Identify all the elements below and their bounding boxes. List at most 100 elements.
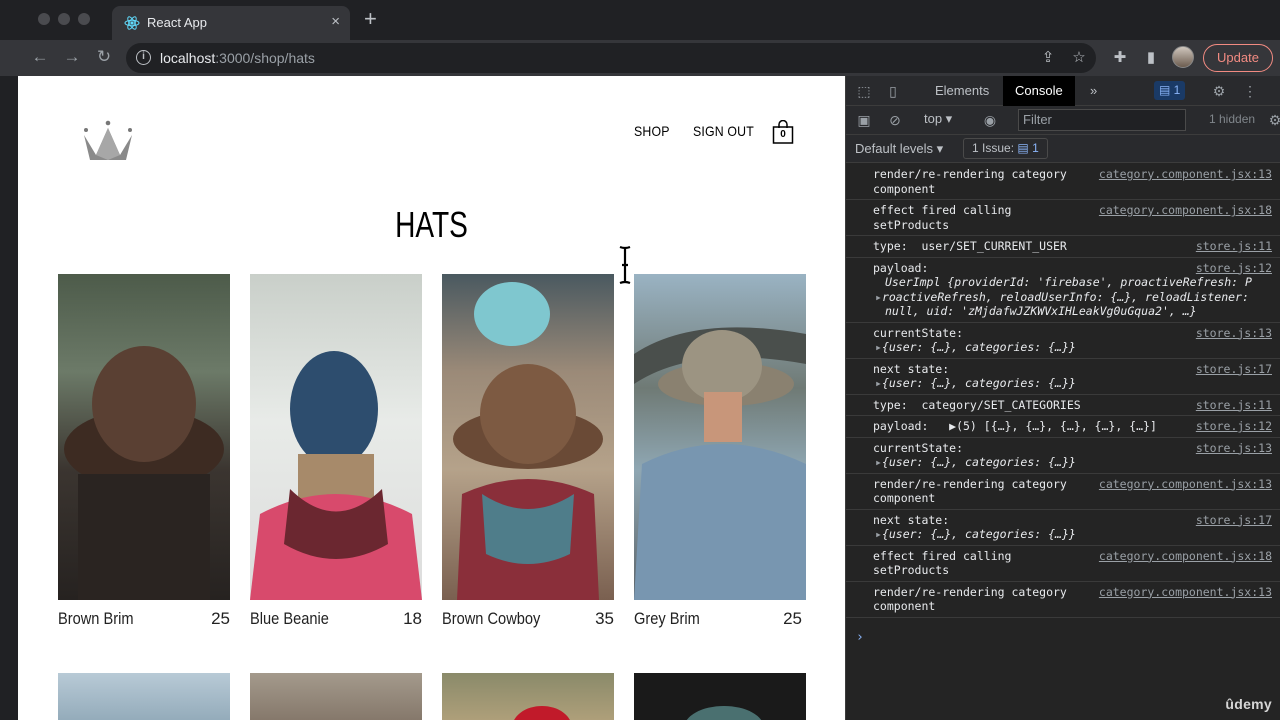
star-icon[interactable]: ☆ xyxy=(1069,48,1089,68)
log-text: component xyxy=(873,599,936,613)
url-text[interactable]: localhost:3000/shop/hats xyxy=(160,50,315,66)
browser-toolbar: ← → ↻ i localhost:3000/shop/hats ⇪ ☆ ✚ ▮… xyxy=(0,40,1280,76)
forward-icon[interactable]: → xyxy=(62,47,82,67)
nav-sign-out-link[interactable]: SIGN OUT xyxy=(693,123,754,139)
grey-hat-photo xyxy=(634,327,806,600)
context-select[interactable]: top ▾ xyxy=(924,111,952,127)
log-text: component xyxy=(873,491,936,505)
avatar[interactable] xyxy=(1172,46,1194,68)
log-object[interactable]: ▸roactiveRefresh, reloadUserInfo: {…}, r… xyxy=(873,290,1280,305)
product-image-row2-1[interactable] xyxy=(58,673,230,720)
more-options-icon[interactable]: ⋮ xyxy=(1241,82,1259,100)
console-message: type: category/SET_CATEGORIES store.js:1… xyxy=(846,395,1280,416)
log-object[interactable]: ▸{user: {…}, categories: {…}} xyxy=(873,340,1280,355)
product-image-row2-4[interactable] xyxy=(634,673,806,720)
minimize-window-icon[interactable] xyxy=(58,13,70,25)
tab-elements[interactable]: Elements xyxy=(923,76,1001,106)
log-source-link[interactable]: store.js:17 xyxy=(1196,513,1272,528)
tab-console[interactable]: Console xyxy=(1003,76,1075,106)
react-icon xyxy=(124,16,140,30)
log-source-link[interactable]: store.js:17 xyxy=(1196,362,1272,377)
product-image-brown-cowboy[interactable] xyxy=(442,274,614,600)
reload-icon[interactable]: ↻ xyxy=(94,47,114,67)
issues-button[interactable]: 1 Issue: ▤ 1 xyxy=(963,138,1048,159)
crown-logo-icon[interactable] xyxy=(82,120,134,162)
url-host: localhost xyxy=(160,50,216,66)
clear-console-icon[interactable]: ⊘ xyxy=(886,111,904,129)
sidepanel-icon[interactable]: ▮ xyxy=(1141,48,1161,68)
inspect-element-icon[interactable]: ⬚ xyxy=(855,82,873,100)
expand-arrow-icon[interactable]: ▸ xyxy=(875,340,882,354)
new-tab-button[interactable]: + xyxy=(364,8,377,30)
log-object[interactable]: ▸{user: {…}, categories: {…}} xyxy=(873,376,1280,391)
address-bar[interactable]: i localhost:3000/shop/hats ⇪ ☆ xyxy=(126,43,1096,73)
log-source-link[interactable]: store.js:12 xyxy=(1196,419,1272,434)
product-image-row2-2[interactable] xyxy=(250,673,422,720)
log-object[interactable]: ▸{user: {…}, categories: {…}} xyxy=(873,527,1280,542)
cart-icon[interactable]: 0 xyxy=(772,119,794,144)
page-title: HATS xyxy=(395,204,468,245)
console-message: payload: UserImpl {providerId: 'firebase… xyxy=(846,258,1280,323)
log-object[interactable]: ▸{user: {…}, categories: {…}} xyxy=(873,455,1280,470)
log-object-text: {user: {…}, categories: {…}} xyxy=(881,340,1076,354)
browser-tab[interactable]: React App × xyxy=(112,6,350,40)
expand-arrow-icon[interactable]: ▸ xyxy=(875,455,882,469)
settings-gear-icon[interactable]: ⚙ xyxy=(1210,82,1228,100)
console-prompt[interactable]: › xyxy=(856,630,864,645)
expand-arrow-icon[interactable]: ▸ xyxy=(875,376,882,390)
log-source-link[interactable]: category.component.jsx:13 xyxy=(1099,585,1272,600)
beanie-photo xyxy=(250,351,422,600)
device-toolbar-icon[interactable]: ▯ xyxy=(884,82,902,100)
maximize-window-icon[interactable] xyxy=(78,13,90,25)
close-tab-icon[interactable]: × xyxy=(331,13,340,30)
console-settings-icon[interactable]: ⚙ xyxy=(1266,111,1280,129)
log-object-text: {user: {…}, categories: {…}} xyxy=(881,455,1076,469)
console-message: currentState: ▸{user: {…}, categories: {… xyxy=(846,323,1280,359)
extensions-icon[interactable]: ✚ xyxy=(1110,48,1130,68)
console-log: render/re-rendering category component c… xyxy=(846,164,1280,618)
log-source-link[interactable]: category.component.jsx:13 xyxy=(1099,167,1272,182)
product-price: 25 xyxy=(211,609,230,628)
nav-shop-link[interactable]: SHOP xyxy=(634,123,670,139)
product-image-grey-brim[interactable] xyxy=(634,274,806,600)
expand-arrow-icon[interactable]: ▸ xyxy=(875,527,882,541)
back-icon[interactable]: ← xyxy=(30,47,50,67)
log-source-link[interactable]: category.component.jsx:18 xyxy=(1099,203,1272,218)
more-tabs-button[interactable]: » xyxy=(1078,76,1109,106)
filter-input[interactable]: Filter xyxy=(1018,109,1186,131)
product-image-blue-beanie[interactable] xyxy=(250,274,422,600)
default-levels-select[interactable]: Default levels ▾ xyxy=(855,141,943,157)
update-button[interactable]: Update xyxy=(1203,44,1273,72)
hat-photo xyxy=(64,346,224,600)
product-image-row2-3[interactable] xyxy=(442,673,614,720)
log-source-link[interactable]: store.js:12 xyxy=(1196,261,1272,276)
console-message: payload: ▶(5) [{…}, {…}, {…}, {…}, {…}] … xyxy=(846,416,1280,438)
product-name: Blue Beanie xyxy=(250,609,329,628)
product-name: Brown Brim xyxy=(58,609,134,628)
console-message: currentState: ▸{user: {…}, categories: {… xyxy=(846,438,1280,474)
log-source-link[interactable]: category.component.jsx:18 xyxy=(1099,549,1272,564)
close-window-icon[interactable] xyxy=(38,13,50,25)
product-price: 35 xyxy=(595,609,614,628)
log-source-link[interactable]: category.component.jsx:13 xyxy=(1099,477,1272,492)
sidebar-toggle-icon[interactable]: ▣ xyxy=(855,111,873,129)
eye-icon[interactable]: ◉ xyxy=(981,111,999,129)
share-icon[interactable]: ⇪ xyxy=(1038,48,1058,68)
teal-hat-photo xyxy=(686,706,762,720)
log-object-text: {user: {…}, categories: {…}} xyxy=(881,527,1076,541)
log-object[interactable]: UserImpl {providerId: 'firebase', proact… xyxy=(873,275,1280,290)
info-icon[interactable]: i xyxy=(136,50,151,65)
log-source-link[interactable]: store.js:11 xyxy=(1196,398,1272,413)
log-source-link[interactable]: store.js:13 xyxy=(1196,326,1272,341)
cart-count: 0 xyxy=(780,129,786,140)
product-price: 18 xyxy=(403,609,422,628)
product-image-brown-brim[interactable] xyxy=(58,274,230,600)
log-text: setProducts xyxy=(873,563,950,577)
log-source-link[interactable]: store.js:11 xyxy=(1196,239,1272,254)
log-object[interactable]: null, uid: 'zMjdafwJZKWVxIHLeakVg0uGqua2… xyxy=(873,304,1280,319)
expand-arrow-icon[interactable]: ▸ xyxy=(875,290,882,304)
message-count-badge[interactable]: ▤ 1 xyxy=(1154,81,1186,100)
log-object-text: {user: {…}, categories: {…}} xyxy=(881,376,1076,390)
log-source-link[interactable]: store.js:13 xyxy=(1196,441,1272,456)
issues-label: 1 Issue: xyxy=(972,141,1015,155)
